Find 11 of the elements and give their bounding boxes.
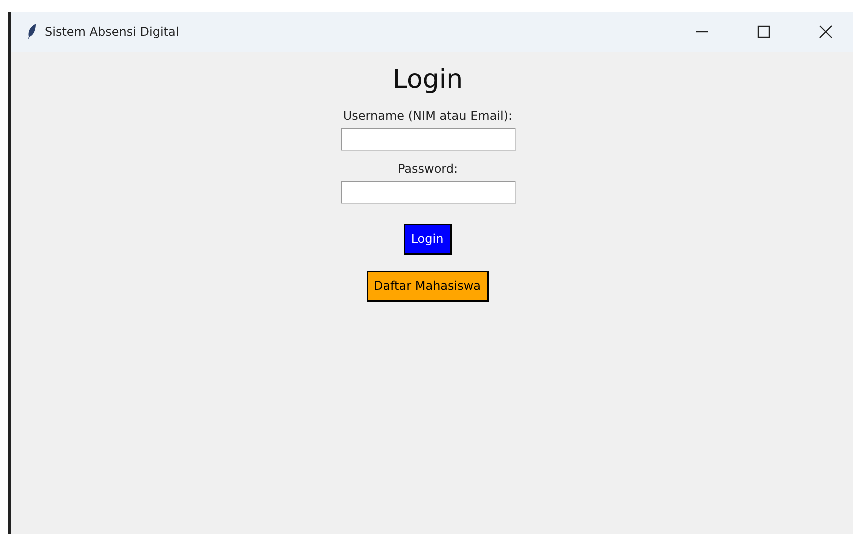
field-label: Username (NIM atau Email): xyxy=(343,108,513,124)
maximize-icon[interactable] xyxy=(757,25,771,39)
register-button[interactable]: Daftar Mahasiswa xyxy=(366,271,490,302)
input-field[interactable] xyxy=(340,181,516,204)
field-label: Password: xyxy=(398,161,458,177)
feather-icon xyxy=(27,24,37,40)
input-field[interactable] xyxy=(340,128,516,151)
heading: Login xyxy=(392,64,464,96)
close-icon[interactable] xyxy=(819,25,833,39)
login-button[interactable]: Login xyxy=(404,224,452,255)
window-title: Sistem Absensi Digital xyxy=(45,25,180,39)
